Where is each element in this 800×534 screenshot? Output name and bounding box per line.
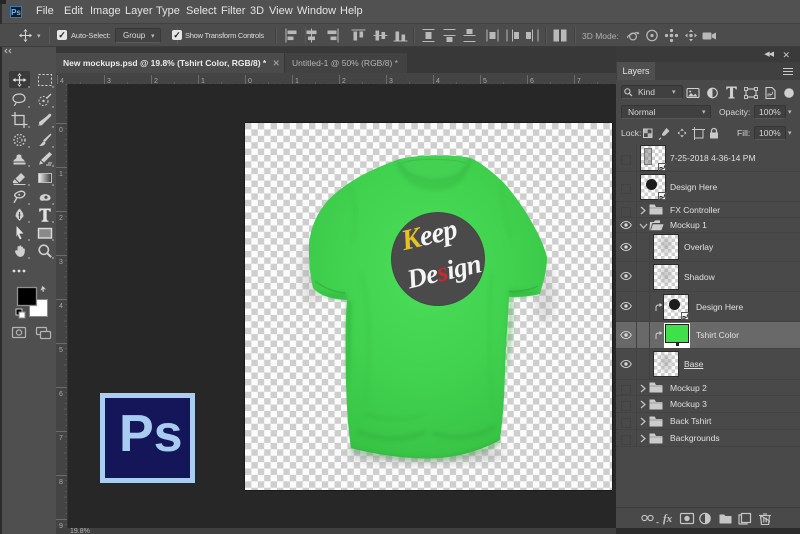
svg-text:7: 7 — [59, 435, 63, 442]
svg-text:3: 3 — [59, 259, 63, 266]
svg-text:0: 0 — [59, 127, 63, 134]
svg-text:1: 1 — [59, 171, 63, 178]
svg-text:4: 4 — [59, 303, 63, 310]
svg-text:2: 2 — [59, 215, 63, 222]
svg-text:5: 5 — [59, 347, 63, 354]
svg-text:8: 8 — [59, 479, 63, 486]
svg-text:3D Mode:: 3D Mode: — [582, 31, 619, 41]
svg-text:fx: fx — [663, 513, 673, 525]
svg-text:6: 6 — [59, 391, 63, 398]
